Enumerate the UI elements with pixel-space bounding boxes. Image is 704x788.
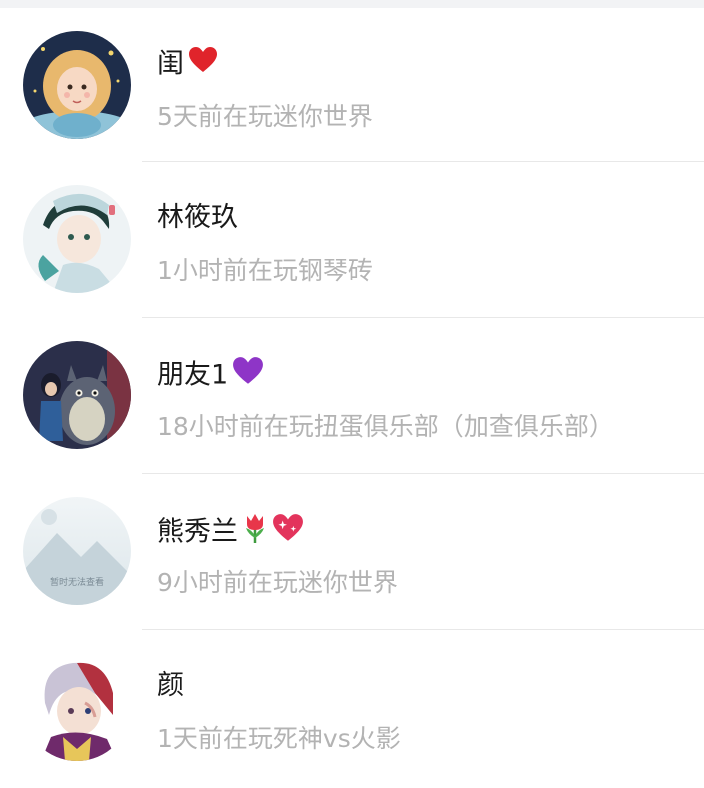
avatar[interactable]: [23, 653, 131, 761]
avatar[interactable]: 暂时无法查看: [23, 497, 131, 605]
friend-name-text: 闺: [157, 48, 184, 80]
friend-name: 朋友1: [157, 356, 264, 396]
friend-name-text: 林筱玖: [157, 202, 238, 233]
activity-status: 5天前在玩迷你世界: [157, 102, 373, 131]
friend-item[interactable]: 朋友1 18小时前在玩扭蛋俱乐部（加查俱乐部）: [0, 318, 704, 474]
friend-name: 熊秀兰: [157, 512, 304, 554]
red-heart-icon: [188, 46, 218, 84]
top-bar: [0, 0, 704, 8]
friend-item[interactable]: 林筱玖 1小时前在玩钢琴砖: [0, 162, 704, 318]
tulip-icon: [242, 512, 268, 554]
purple-heart-icon: [232, 356, 264, 396]
placeholder-text: 暂时无法查看: [50, 576, 104, 588]
friend-item[interactable]: 闺 5天前在玩迷你世界: [0, 8, 704, 162]
friend-name-text: 朋友1: [157, 359, 229, 391]
friend-name: 颜: [157, 668, 184, 704]
friend-name-text: 颜: [157, 670, 184, 701]
avatar[interactable]: [23, 31, 131, 139]
friend-name-text: 熊秀兰: [157, 516, 238, 548]
activity-status: 1天前在玩死神vs火影: [157, 724, 401, 753]
friend-item[interactable]: 颜 1天前在玩死神vs火影: [0, 630, 704, 786]
friend-name: 林筱玖: [157, 200, 238, 236]
friend-name: 闺: [157, 46, 218, 84]
avatar-totoro-icon: [23, 341, 131, 449]
activity-status: 1小时前在玩钢琴砖: [157, 256, 373, 285]
avatar-anime-boy-icon: [23, 653, 131, 761]
activity-status: 18小时前在玩扭蛋俱乐部（加查俱乐部）: [157, 412, 614, 441]
sparkling-heart-icon: [272, 513, 304, 553]
friend-list: 闺 5天前在玩迷你世界 林筱玖 1小时前在玩钢琴砖 朋友1 18小时前在玩扭蛋俱…: [0, 8, 704, 786]
image-unavailable-placeholder-icon: 暂时无法查看: [23, 497, 131, 605]
friend-item[interactable]: 暂时无法查看 熊秀兰 9小时前在玩迷你世界: [0, 474, 704, 630]
avatar-anime-boy-icon: [23, 185, 131, 293]
activity-status: 9小时前在玩迷你世界: [157, 568, 398, 597]
avatar[interactable]: [23, 341, 131, 449]
avatar-anime-girl-icon: [23, 31, 131, 139]
avatar[interactable]: [23, 185, 131, 293]
